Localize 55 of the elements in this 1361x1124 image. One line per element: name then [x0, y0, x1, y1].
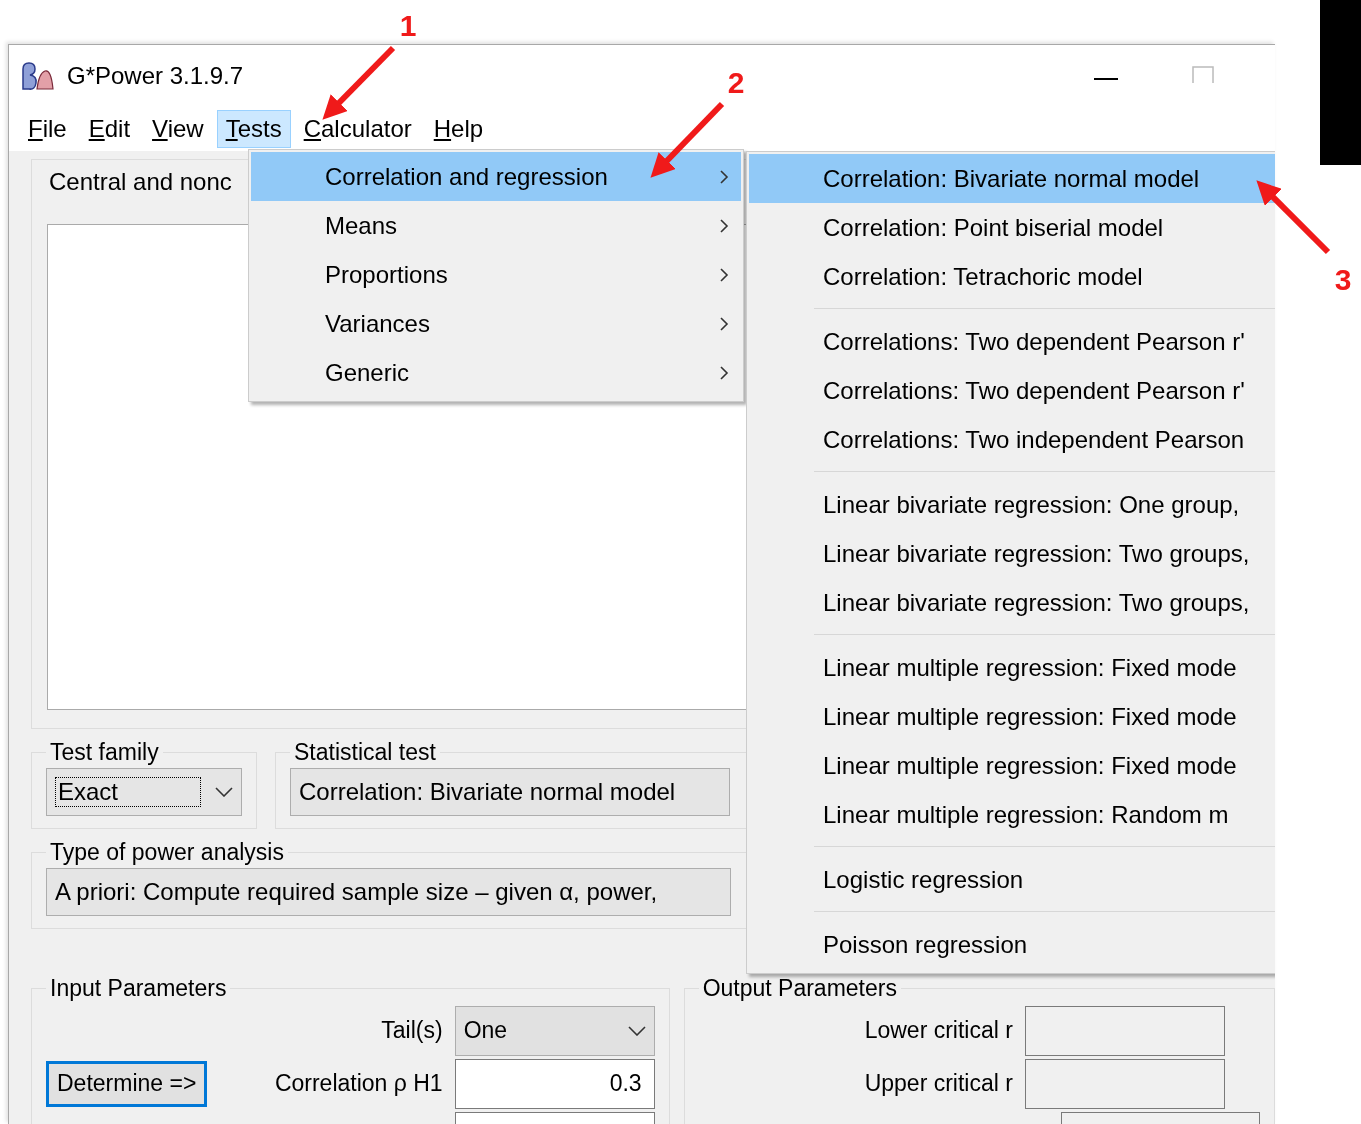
chevron-right-icon [719, 365, 729, 381]
menu-item[interactable]: Logistic regression [749, 855, 1275, 904]
menu-item[interactable]: Proportions [251, 250, 741, 299]
menu-item[interactable]: Linear multiple regression: Fixed mode [749, 643, 1275, 692]
menu-item[interactable]: Linear bivariate regression: Two groups, [749, 578, 1275, 627]
menu-item[interactable]: View [143, 110, 213, 148]
menu-item[interactable]: Correlations: Two dependent Pearson r' [749, 366, 1275, 415]
menu-item[interactable]: Help [424, 110, 493, 148]
tails-dropdown[interactable]: One [454, 1005, 655, 1056]
determine-button[interactable]: Determine => [46, 1060, 208, 1107]
group-title: Type of power analysis [49, 839, 285, 866]
menu-item[interactable]: Correlation: Tetrachoric model [749, 252, 1275, 301]
window-title: G*Power 3.1.9.7 [67, 62, 244, 90]
statistical-test-dropdown[interactable]: Correlation: Bivariate normal model [290, 768, 730, 816]
menu-item[interactable]: File [19, 110, 76, 148]
field-label: Upper critical r [864, 1070, 1013, 1097]
menu-item[interactable]: Linear multiple regression: Fixed mode [749, 741, 1275, 790]
chevron-down-icon [215, 787, 233, 797]
chevron-down-icon [627, 1025, 646, 1036]
menu-item[interactable]: Correlation: Bivariate normal model [749, 154, 1275, 203]
power-analysis-dropdown[interactable]: A priori: Compute required sample size – given α, power, [46, 868, 731, 916]
chevron-right-icon [719, 169, 729, 185]
menu-item[interactable]: Correlation and regression [251, 152, 741, 201]
chevron-right-icon [719, 218, 729, 234]
menu-item[interactable]: Edit [79, 110, 140, 148]
input-field[interactable]: 0.3 [454, 1058, 655, 1109]
field-label: Correlation ρ H1 [274, 1070, 443, 1097]
menu-item[interactable]: Means [251, 201, 741, 250]
menu-item[interactable]: Linear multiple regression: Fixed mode [749, 692, 1275, 741]
chevron-right-icon [719, 267, 729, 283]
menu-item[interactable]: Linear multiple regression: Random m [749, 790, 1275, 839]
menu-item[interactable]: Linear bivariate regression: One group, [749, 480, 1275, 529]
test-family-dropdown[interactable]: Exact [46, 768, 242, 816]
annotation-number: 1 [399, 9, 417, 42]
menu-item[interactable]: Correlations: Two dependent Pearson r' [749, 317, 1275, 366]
menu-item[interactable]: Tests [216, 110, 291, 148]
panel-title: Central and nonc [48, 168, 232, 196]
menu-item[interactable]: Correlations: Two independent Pearson [749, 415, 1275, 464]
menu-item[interactable]: Linear bivariate regression: Two groups, [749, 529, 1275, 578]
app-logo-icon [21, 61, 55, 91]
menu-item[interactable]: Poisson regression [749, 920, 1275, 969]
chevron-right-icon [719, 316, 729, 332]
field-label: Lower critical r [864, 1017, 1013, 1044]
menu-item[interactable]: Variances [251, 299, 741, 348]
menu-item[interactable]: Generic [251, 348, 741, 397]
annotation-number: 2 [727, 66, 745, 99]
annotation-number: 3 [1334, 263, 1352, 296]
group-title: Statistical test [293, 739, 437, 766]
group-title: Test family [49, 739, 160, 766]
menu-item[interactable]: Calculator [294, 110, 421, 148]
menu-item[interactable]: Correlation: Point biserial model [749, 203, 1275, 252]
minimize-icon [1094, 78, 1118, 80]
group-title: Output Parameters [701, 975, 898, 1002]
group-title: Input Parameters [49, 975, 228, 1002]
field-label: Tail(s) [381, 1017, 443, 1044]
